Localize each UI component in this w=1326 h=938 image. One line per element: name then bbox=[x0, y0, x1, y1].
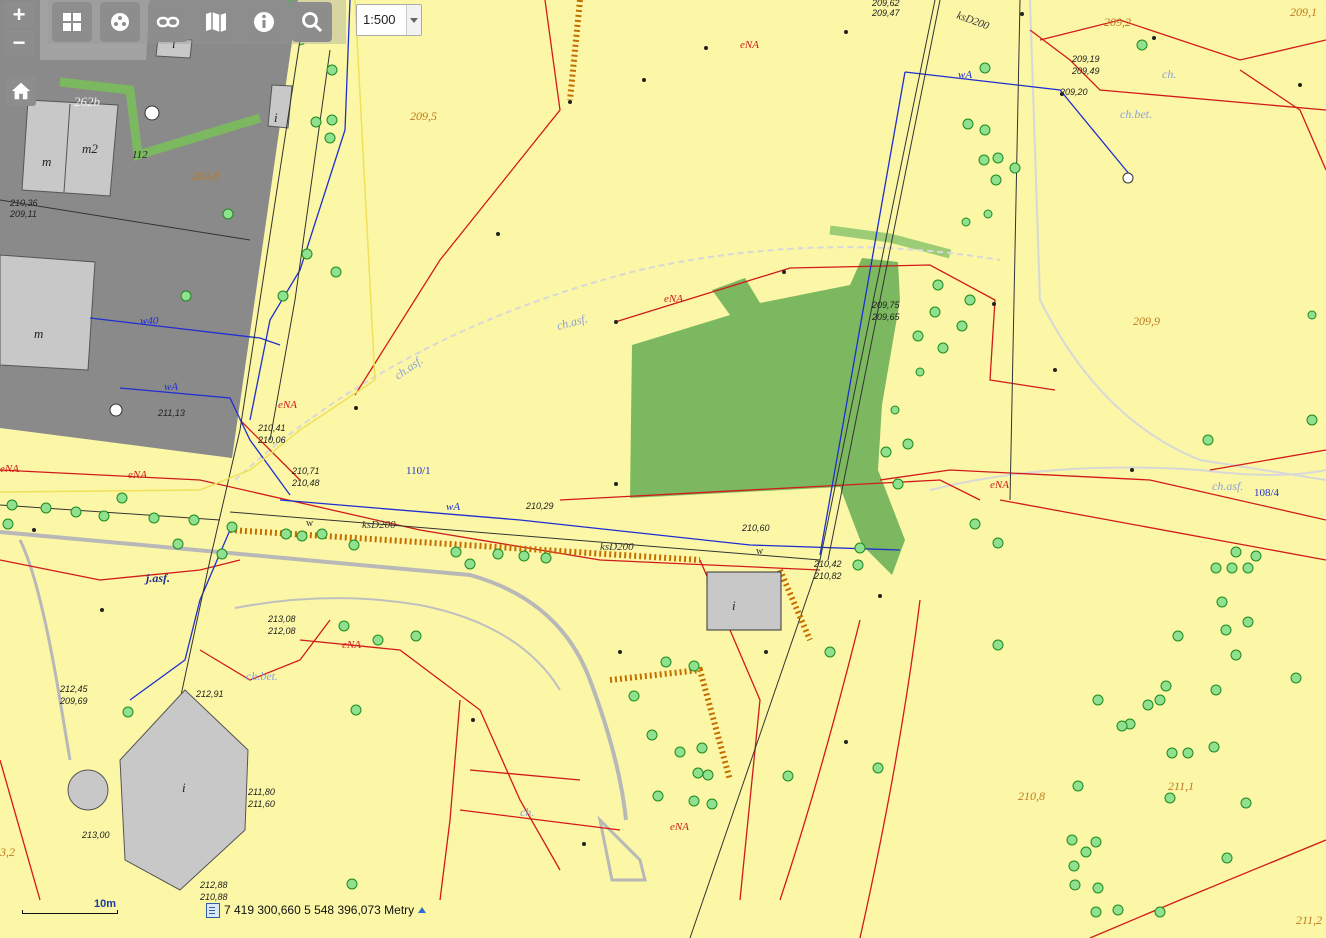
svg-text:eNA: eNA bbox=[128, 469, 147, 481]
scalebar: 10m bbox=[22, 898, 118, 916]
svg-text:213,08: 213,08 bbox=[267, 614, 296, 624]
svg-text:eNA: eNA bbox=[670, 821, 689, 833]
svg-text:209,2: 209,2 bbox=[1104, 15, 1131, 29]
scale-select-value: 1:500 bbox=[363, 12, 396, 27]
svg-text:211,2: 211,2 bbox=[1296, 913, 1322, 927]
svg-text:209,11: 209,11 bbox=[9, 209, 37, 219]
svg-text:211,1: 211,1 bbox=[1168, 779, 1194, 793]
info-button[interactable] bbox=[244, 2, 284, 42]
home-icon bbox=[11, 82, 31, 100]
svg-text:210,42: 210,42 bbox=[813, 559, 842, 569]
svg-text:209,8: 209,8 bbox=[192, 169, 219, 183]
map-icon bbox=[206, 12, 226, 32]
svg-text:262b: 262b bbox=[74, 94, 101, 109]
svg-text:i: i bbox=[274, 110, 278, 125]
svg-text:3,2: 3,2 bbox=[0, 845, 15, 859]
svg-text:ch.bet.: ch.bet. bbox=[1120, 107, 1152, 121]
link-button[interactable] bbox=[148, 2, 188, 42]
svg-text:211,60: 211,60 bbox=[247, 799, 275, 809]
svg-text:210,82: 210,82 bbox=[813, 571, 842, 581]
search-icon bbox=[302, 12, 323, 33]
svg-text:i: i bbox=[182, 780, 186, 795]
zoom-in-button[interactable]: + bbox=[4, 2, 34, 28]
svg-text:212,88: 212,88 bbox=[199, 880, 228, 890]
svg-text:m: m bbox=[34, 326, 43, 341]
svg-text:209,47: 209,47 bbox=[871, 8, 901, 18]
svg-text:209,62: 209,62 bbox=[871, 0, 900, 8]
svg-text:m: m bbox=[42, 154, 51, 169]
zoom-out-button[interactable]: − bbox=[4, 30, 34, 56]
svg-text:209,5: 209,5 bbox=[410, 109, 437, 123]
chevron-down-icon bbox=[406, 5, 421, 35]
grid-icon bbox=[63, 13, 81, 31]
map-toolbar bbox=[48, 0, 346, 44]
svg-text:eNA: eNA bbox=[990, 479, 1009, 491]
svg-text:wA: wA bbox=[446, 501, 460, 513]
small-building bbox=[706, 571, 782, 631]
reel-icon bbox=[111, 13, 129, 31]
svg-text:112: 112 bbox=[132, 149, 148, 161]
svg-text:ch.: ch. bbox=[520, 805, 534, 819]
svg-text:i: i bbox=[732, 598, 736, 613]
coordinate-readout: 7 419 300,660 5 548 396,073 Metry bbox=[204, 902, 429, 918]
crs-dropdown-icon[interactable] bbox=[418, 907, 427, 913]
svg-text:209,65: 209,65 bbox=[871, 312, 901, 322]
svg-text:eNA: eNA bbox=[740, 39, 759, 51]
svg-text:wA: wA bbox=[164, 381, 178, 393]
svg-text:210,48: 210,48 bbox=[291, 478, 320, 488]
svg-text:ch.: ch. bbox=[1162, 67, 1176, 81]
zoom-controls: + − bbox=[0, 0, 38, 58]
coordinate-text: 7 419 300,660 5 548 396,073 Metry bbox=[224, 903, 415, 917]
scalebar-line bbox=[22, 910, 118, 914]
svg-text:210,8: 210,8 bbox=[1018, 789, 1045, 803]
svg-text:w40: w40 bbox=[140, 315, 159, 327]
svg-text:w: w bbox=[306, 518, 314, 529]
svg-text:ch.bet.: ch.bet. bbox=[246, 669, 278, 683]
map-book-button[interactable] bbox=[196, 2, 236, 42]
svg-text:209,75: 209,75 bbox=[871, 300, 901, 310]
svg-text:210,88: 210,88 bbox=[199, 892, 228, 902]
svg-text:211,80: 211,80 bbox=[247, 787, 275, 797]
svg-text:209,9: 209,9 bbox=[1133, 314, 1160, 328]
svg-text:eNA: eNA bbox=[278, 399, 297, 411]
map-canvas[interactable]: 209,5 209,8 209,2 209,1 209,9 210,8 211,… bbox=[0, 0, 1326, 938]
svg-text:210,29: 210,29 bbox=[525, 501, 554, 511]
svg-text:w: w bbox=[756, 546, 764, 557]
svg-text:210,60: 210,60 bbox=[741, 523, 770, 533]
coordinates-icon[interactable] bbox=[206, 902, 220, 918]
svg-text:eNA: eNA bbox=[0, 463, 19, 475]
svg-text:209,1: 209,1 bbox=[1290, 5, 1317, 19]
scalebar-label: 10m bbox=[93, 898, 116, 910]
info-icon bbox=[254, 12, 274, 32]
svg-text:209,69: 209,69 bbox=[59, 696, 88, 706]
svg-text:wA: wA bbox=[958, 69, 972, 81]
search-button[interactable] bbox=[292, 2, 332, 42]
svg-text:212,45: 212,45 bbox=[59, 684, 89, 694]
svg-text:m2: m2 bbox=[82, 141, 98, 156]
svg-text:210,36: 210,36 bbox=[9, 198, 38, 208]
svg-text:211,13: 211,13 bbox=[157, 408, 185, 418]
svg-text:108/4: 108/4 bbox=[1254, 487, 1280, 499]
svg-text:210,41: 210,41 bbox=[257, 423, 286, 433]
svg-text:ksD200: ksD200 bbox=[362, 519, 396, 531]
layers-button[interactable] bbox=[52, 2, 92, 42]
svg-text:209,20: 209,20 bbox=[1059, 87, 1088, 97]
svg-text:210,71: 210,71 bbox=[291, 466, 320, 476]
svg-text:j.asf.: j.asf. bbox=[144, 571, 170, 585]
svg-text:ch.asf.: ch.asf. bbox=[1212, 479, 1243, 493]
svg-text:212,91: 212,91 bbox=[195, 689, 224, 699]
svg-text:213,00: 213,00 bbox=[81, 830, 110, 840]
home-button[interactable] bbox=[6, 76, 36, 106]
svg-text:110/1: 110/1 bbox=[406, 465, 431, 477]
svg-text:eNA: eNA bbox=[342, 639, 361, 651]
svg-text:209,49: 209,49 bbox=[1071, 66, 1100, 76]
svg-text:212,08: 212,08 bbox=[267, 626, 296, 636]
svg-text:eNA: eNA bbox=[664, 293, 683, 305]
link-icon bbox=[156, 16, 180, 28]
measure-button[interactable] bbox=[100, 2, 140, 42]
svg-text:209,19: 209,19 bbox=[1071, 54, 1100, 64]
svg-text:ksD200: ksD200 bbox=[600, 541, 634, 553]
scale-select[interactable]: 1:500 bbox=[356, 4, 422, 36]
svg-text:210,06: 210,06 bbox=[257, 435, 286, 445]
